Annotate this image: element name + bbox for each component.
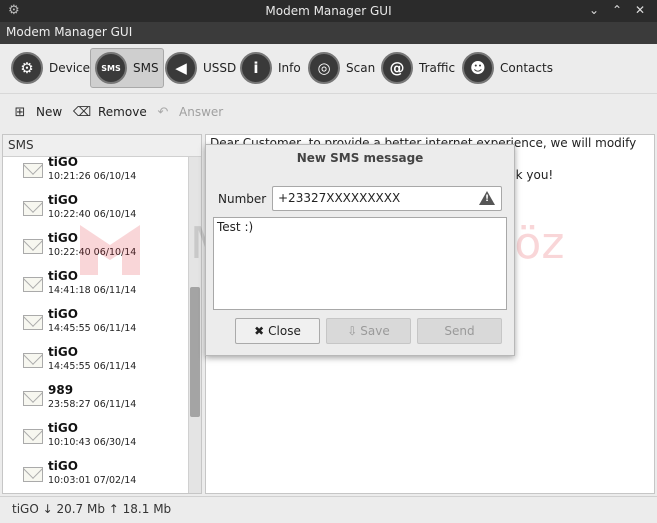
warning-icon: ! (479, 191, 495, 205)
sms-list-scrollbar[interactable] (188, 157, 201, 493)
close-label: Close (268, 324, 301, 338)
scan-icon: ◎ (308, 52, 340, 84)
reply-icon: ↶ (157, 104, 169, 120)
sms-list-panel: SMS tiGO 10:21:26 06/10/14 tiGO 10:22:40… (2, 134, 202, 494)
sms-date: 10:10:43 06/30/14 (48, 437, 137, 448)
close-window-icon[interactable]: ✕ (633, 3, 647, 17)
tab-scan-label: Scan (346, 61, 376, 75)
info-icon: i (240, 52, 272, 84)
sms-date: 10:21:26 06/10/14 (48, 171, 137, 182)
envelope-icon (23, 429, 43, 444)
remove-sms-button[interactable]: ⌫ Remove (72, 104, 147, 120)
status-text: tiGO ↓ 20.7 Mb ↑ 18.1 Mb (12, 502, 172, 516)
remove-sms-label: Remove (98, 105, 147, 119)
sms-date: 10:22:40 06/10/14 (48, 247, 137, 258)
window-title: Modem Manager GUI (265, 4, 392, 18)
sms-date: 10:22:40 06/10/14 (48, 209, 137, 220)
list-item[interactable]: tiGO 14:45:55 06/11/14 (23, 307, 189, 345)
list-item[interactable]: tiGO 14:45:55 06/11/14 (23, 345, 189, 383)
tab-traffic-label: Traffic (419, 61, 456, 75)
envelope-icon (23, 277, 43, 292)
new-sms-icon: ⊞ (14, 104, 26, 120)
status-bar: tiGO ↓ 20.7 Mb ↑ 18.1 Mb (0, 496, 657, 523)
send-label: Send (444, 324, 475, 338)
list-item[interactable]: tiGO 10:03:01 07/02/14 (23, 459, 189, 493)
number-label: Number (218, 192, 267, 206)
message-textarea[interactable]: Test :) (213, 217, 507, 310)
modem-icon: ⚙ (11, 52, 43, 84)
sms-date: 14:45:55 06/11/14 (48, 361, 137, 372)
envelope-icon (23, 315, 43, 330)
tab-sms[interactable]: SMS SMS (90, 48, 164, 88)
sms-date: 10:03:01 07/02/14 (48, 475, 137, 486)
tab-info-label: Info (278, 61, 301, 75)
sms-date: 14:41:18 06/11/14 (48, 285, 137, 296)
answer-sms-label: Answer (179, 105, 224, 119)
ussd-icon: ◀ (165, 52, 197, 84)
tab-sms-label: SMS (133, 61, 159, 75)
save-label: Save (360, 324, 390, 338)
sms-sender: tiGO (48, 307, 78, 321)
close-button[interactable]: ✖ Close (235, 318, 320, 344)
remove-icon: ⌫ (72, 104, 92, 120)
list-item[interactable]: tiGO 10:22:40 06/10/14 (23, 231, 189, 269)
scrollbar-thumb[interactable] (190, 287, 200, 417)
list-item[interactable]: 989 23:58:27 06/11/14 (23, 383, 189, 421)
sms-sender: tiGO (48, 459, 78, 473)
envelope-icon (23, 239, 43, 254)
window-titlebar: ⚙ Modem Manager GUI ⌄ ⌃ ✕ (0, 0, 657, 22)
tab-info[interactable]: i Info (235, 48, 306, 88)
sms-sender: tiGO (48, 155, 78, 169)
list-item[interactable]: tiGO 10:22:40 06/10/14 (23, 193, 189, 231)
tab-contacts-label: Contacts (500, 61, 553, 75)
save-button[interactable]: ⇩ Save (326, 318, 411, 344)
tab-ussd[interactable]: ◀ USSD (160, 48, 241, 88)
sms-sender: tiGO (48, 231, 78, 245)
tab-traffic[interactable]: @ Traffic (376, 48, 460, 88)
sms-sender: tiGO (48, 193, 78, 207)
minimize-icon[interactable]: ⌄ (587, 3, 601, 17)
sms-sender: 989 (48, 383, 74, 397)
sms-list-header: SMS (3, 135, 201, 157)
send-button[interactable]: Send (417, 318, 502, 344)
sms-date: 14:45:55 06/11/14 (48, 323, 137, 334)
list-item[interactable]: tiGO 10:21:26 06/10/14 (23, 155, 189, 193)
main-toolbar: ⚙ Devices SMS SMS ◀ USSD i Info ◎ Scan @… (0, 44, 657, 94)
list-item[interactable]: tiGO 10:10:43 06/30/14 (23, 421, 189, 459)
menu-app-name[interactable]: Modem Manager GUI (6, 25, 132, 39)
envelope-icon (23, 391, 43, 406)
new-sms-button[interactable]: ⊞ New (12, 104, 63, 120)
new-sms-label: New (36, 105, 63, 119)
save-icon: ⇩ (347, 324, 358, 338)
sms-sender: tiGO (48, 421, 78, 435)
number-field[interactable]: +23327XXXXXXXXX ! (272, 186, 502, 211)
traffic-icon: @ (381, 52, 413, 84)
tab-contacts[interactable]: ☻ Contacts (457, 48, 558, 88)
close-icon: ✖ (254, 324, 265, 338)
envelope-icon (23, 201, 43, 216)
new-sms-dialog: New SMS message Number +23327XXXXXXXXX !… (205, 144, 515, 356)
sms-icon: SMS (95, 52, 127, 84)
contacts-icon: ☻ (462, 52, 494, 84)
tab-devices[interactable]: ⚙ Devices (6, 48, 101, 88)
tab-ussd-label: USSD (203, 61, 237, 75)
sms-sender: tiGO (48, 269, 78, 283)
sms-sender: tiGO (48, 345, 78, 359)
dialog-title: New SMS message (296, 151, 424, 165)
envelope-icon (23, 467, 43, 482)
list-item[interactable]: tiGO 14:41:18 06/11/14 (23, 269, 189, 307)
maximize-icon[interactable]: ⌃ (610, 3, 624, 17)
tab-scan[interactable]: ◎ Scan (303, 48, 380, 88)
menubar: Modem Manager GUI (0, 22, 657, 44)
answer-sms-button[interactable]: ↶ Answer (155, 104, 224, 120)
message-text: Test :) (217, 220, 254, 234)
envelope-icon (23, 353, 43, 368)
sms-action-toolbar: ⊞ New ⌫ Remove ↶ Answer (0, 96, 657, 130)
number-value: +23327XXXXXXXXX (278, 191, 401, 205)
envelope-icon (23, 163, 43, 178)
sms-date: 23:58:27 06/11/14 (48, 399, 137, 410)
